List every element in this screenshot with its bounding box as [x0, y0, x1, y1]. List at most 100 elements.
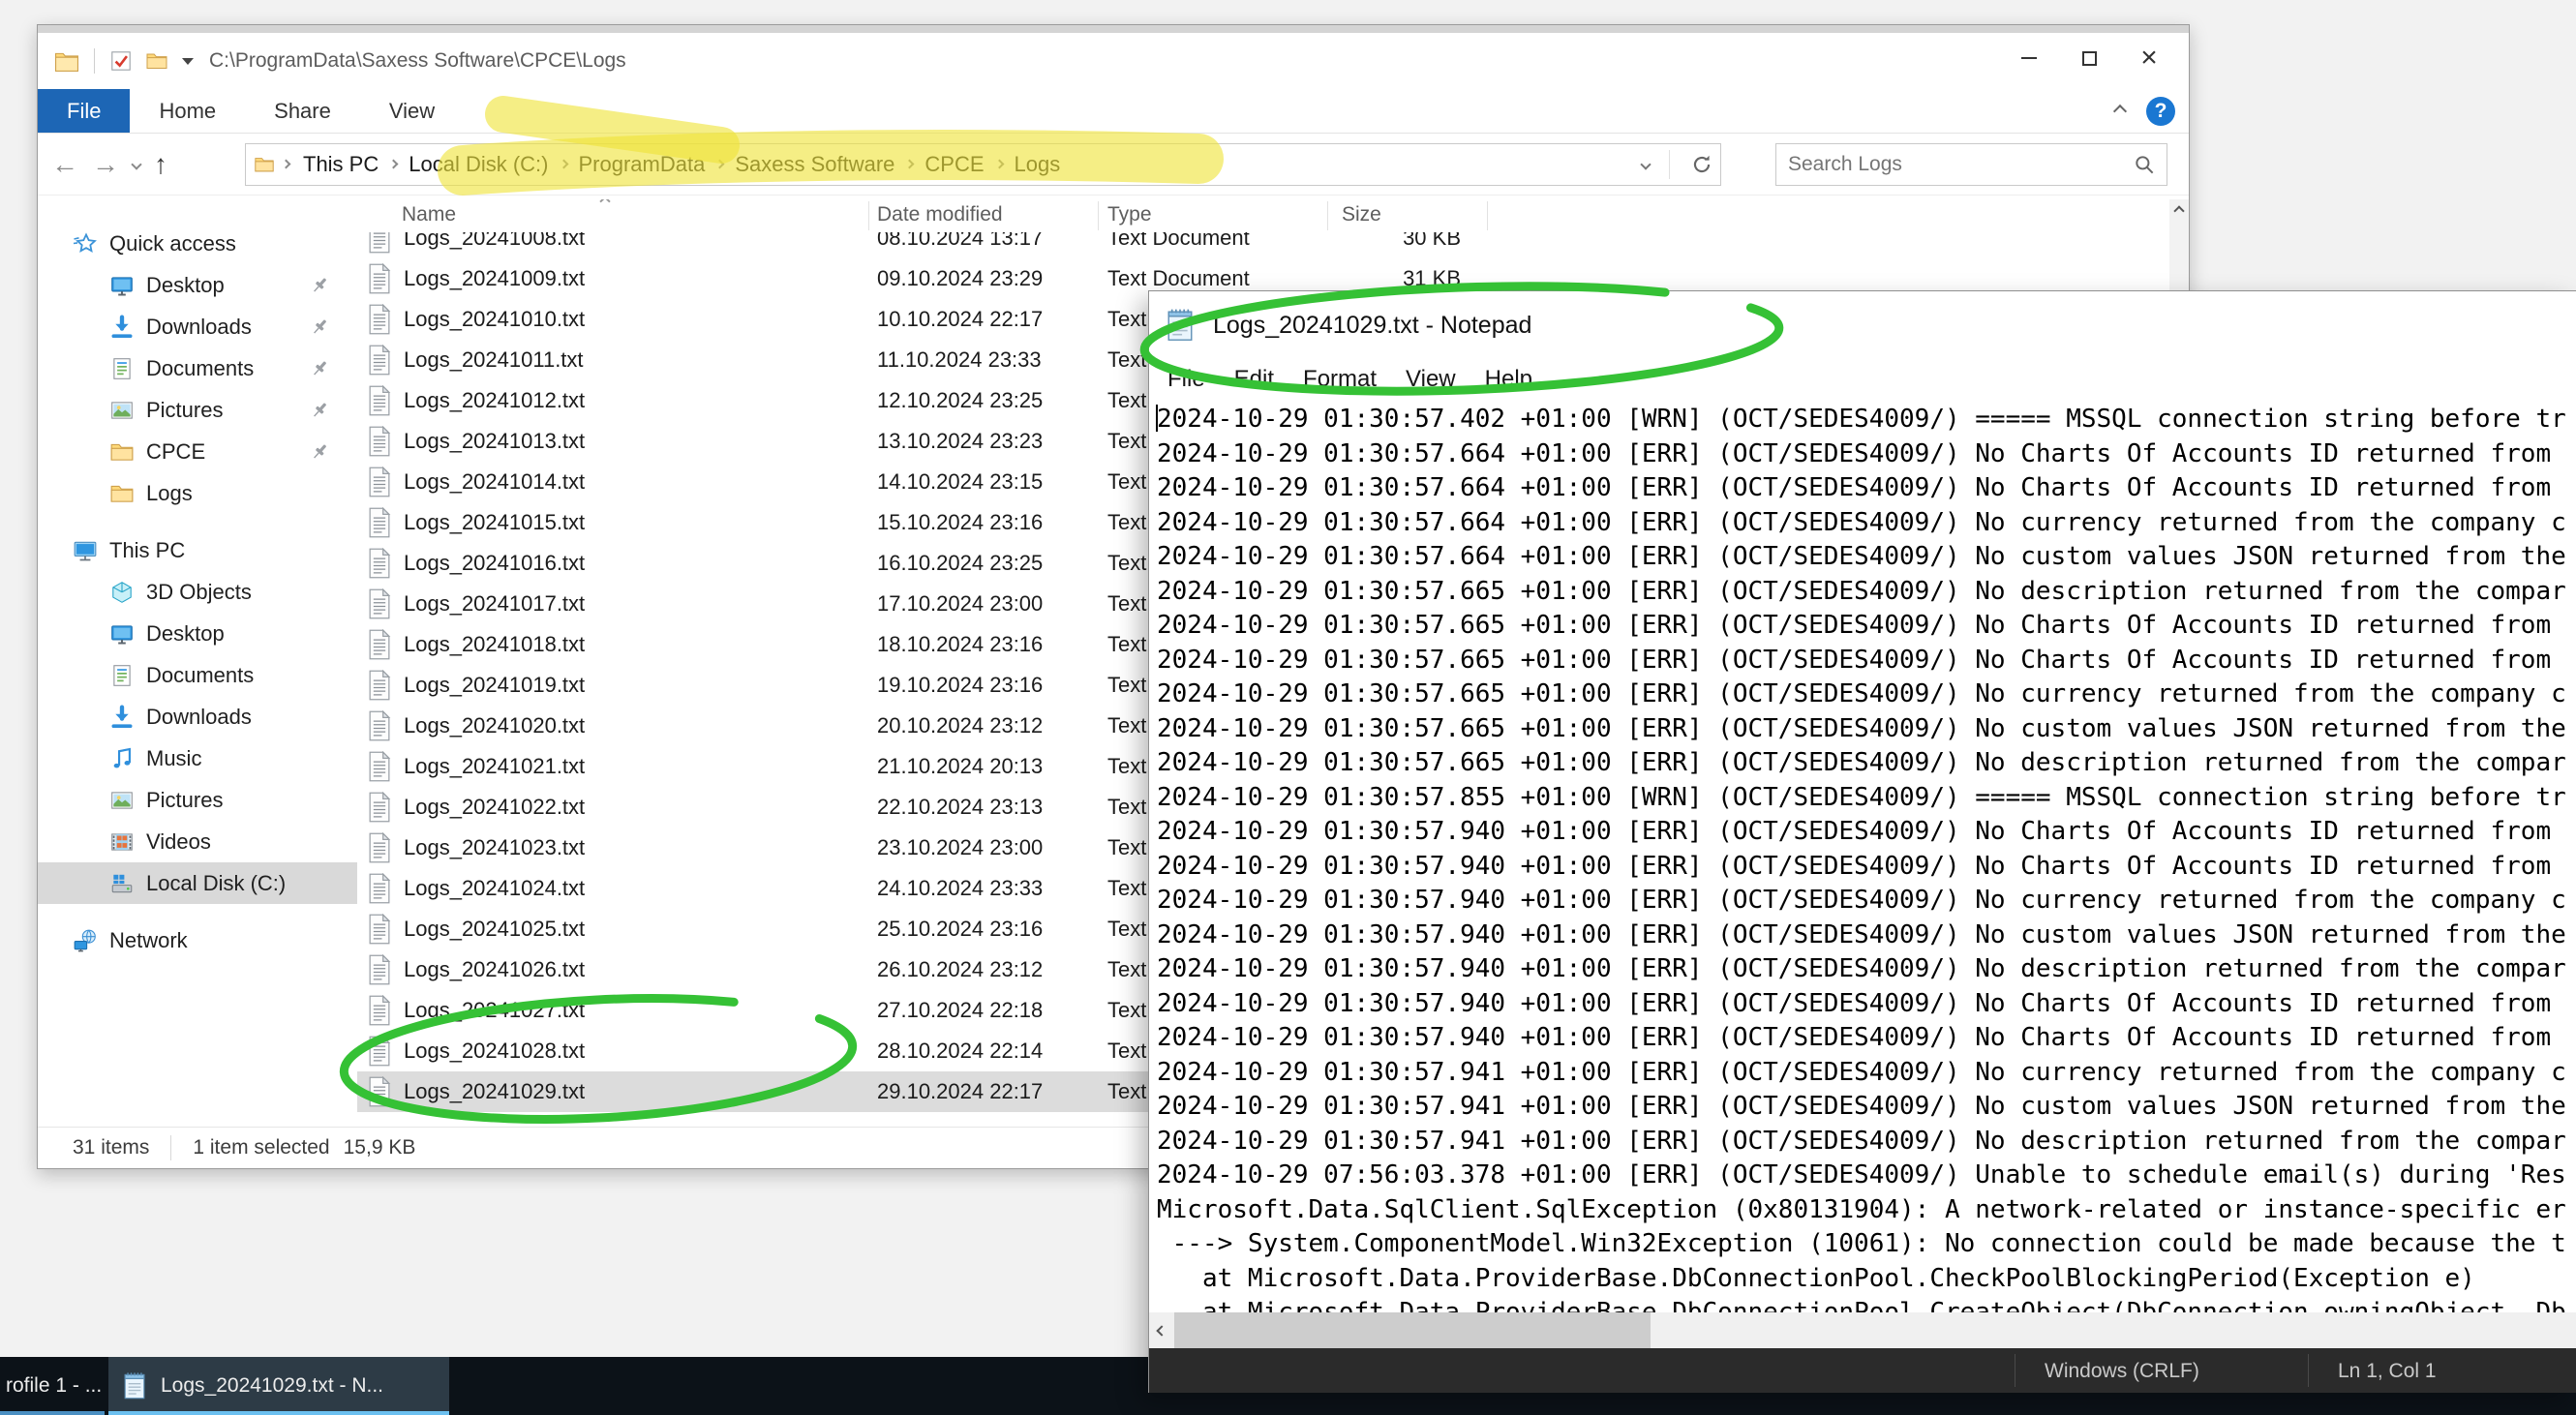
file-name: Logs_20241025.txt: [404, 917, 585, 942]
search-icon[interactable]: [2132, 152, 2157, 177]
notepad-text-area[interactable]: 2024-10-29 01:30:57.402 +01:00 [WRN] (OC…: [1149, 400, 2576, 1312]
minimize-button[interactable]: [1999, 33, 2059, 83]
column-header-date-modified[interactable]: Date modified: [877, 203, 1003, 226]
scroll-left-icon[interactable]: [1149, 1312, 1174, 1348]
refresh-icon[interactable]: [1689, 152, 1714, 177]
sidebar-item-music[interactable]: Music: [38, 738, 357, 779]
sidebar-item-documents[interactable]: Documents: [38, 654, 357, 696]
properties-checkbox-icon[interactable]: [108, 48, 134, 74]
file-name: Logs_20241019.txt: [404, 673, 585, 698]
notepad-menu-format[interactable]: Format: [1288, 366, 1391, 393]
desktop-icon: [109, 621, 135, 647]
file-date: 27.10.2024 22:18: [877, 998, 1043, 1023]
breadcrumb-chevron-icon[interactable]: [994, 160, 1004, 169]
txt-file-icon: [365, 832, 394, 863]
file-name: Logs_20241027.txt: [404, 998, 585, 1023]
notepad-menu-view[interactable]: View: [1391, 366, 1470, 393]
notepad-icon: [1163, 308, 1197, 343]
scroll-up-icon[interactable]: [2169, 199, 2189, 223]
ribbon-tab-home[interactable]: Home: [130, 89, 245, 133]
recent-locations-icon[interactable]: [131, 159, 141, 169]
breadcrumb-item-cpce[interactable]: CPCE: [917, 148, 991, 181]
breadcrumb-item-programdata[interactable]: ProgramData: [571, 148, 713, 181]
ribbon-collapse-icon[interactable]: [2113, 105, 2127, 118]
taskbar-active-indicator: [0, 1411, 105, 1415]
taskbar-button-notepad[interactable]: Logs_20241029.txt - N...: [108, 1357, 449, 1415]
qat-dropdown-icon[interactable]: [182, 58, 194, 65]
help-icon[interactable]: ?: [2146, 97, 2175, 126]
ribbon-tab-file[interactable]: File: [38, 89, 130, 133]
txt-file-icon: [365, 1076, 394, 1107]
breadcrumb-item-saxess-software[interactable]: Saxess Software: [727, 148, 902, 181]
sidebar-item-logs[interactable]: Logs: [38, 472, 357, 514]
breadcrumb-item-this-pc[interactable]: This PC: [295, 148, 386, 181]
file-name: Logs_20241015.txt: [404, 510, 585, 535]
maximize-button[interactable]: [2059, 33, 2119, 83]
column-header-type[interactable]: Type: [1107, 203, 1152, 226]
sidebar-item-desktop[interactable]: Desktop: [38, 613, 357, 654]
txt-file-icon: [365, 670, 394, 701]
sidebar-item-label: CPCE: [146, 439, 205, 465]
file-date: 26.10.2024 23:12: [877, 957, 1043, 982]
pin-icon: [307, 356, 332, 381]
notepad-horizontal-scrollbar[interactable]: [1149, 1312, 2576, 1348]
sidebar-item-downloads[interactable]: Downloads: [38, 696, 357, 738]
file-date: 12.10.2024 23:25: [877, 388, 1043, 413]
file-date: 11.10.2024 23:33: [877, 347, 1042, 373]
pin-icon: [307, 398, 332, 423]
address-bar[interactable]: This PC Local Disk (C:) ProgramData Saxess …: [245, 143, 1721, 186]
ribbon-tab-share[interactable]: Share: [245, 89, 360, 133]
sidebar-item-desktop[interactable]: Desktop: [38, 264, 357, 306]
file-date: 21.10.2024 20:13: [877, 754, 1043, 779]
notepad-menu-edit[interactable]: Edit: [1220, 366, 1288, 393]
file-row-logs-20241008-txt[interactable]: Logs_20241008.txt08.10.2024 13:17Text Do…: [357, 232, 2169, 258]
breadcrumb-item-local-disk-c-[interactable]: Local Disk (C:): [401, 148, 556, 181]
taskbar-button-window-0[interactable]: rofile 1 - ...: [0, 1357, 105, 1415]
column-header-name[interactable]: Name: [402, 203, 456, 226]
breadcrumb-chevron-icon[interactable]: [905, 160, 915, 169]
txt-file-icon: [365, 629, 394, 660]
forward-button[interactable]: →: [92, 149, 119, 180]
sidebar-item-local-disk-c-[interactable]: Local Disk (C:): [38, 862, 357, 904]
notepad-menu-help[interactable]: Help: [1470, 366, 1547, 393]
sidebar-item-label: Downloads: [146, 315, 252, 340]
address-dropdown-icon[interactable]: [1640, 159, 1651, 169]
breadcrumb-chevron-icon[interactable]: [389, 160, 399, 169]
up-button[interactable]: ↑: [154, 149, 167, 180]
breadcrumb-chevron-icon[interactable]: [715, 160, 725, 169]
new-folder-icon[interactable]: [143, 49, 170, 73]
sidebar-item-videos[interactable]: Videos: [38, 821, 357, 862]
sidebar-item-cpce[interactable]: CPCE: [38, 431, 357, 472]
close-button[interactable]: ×: [2119, 33, 2179, 83]
breadcrumb-chevron-icon[interactable]: [282, 160, 291, 169]
file-date: 15.10.2024 23:16: [877, 510, 1043, 535]
sidebar-item-documents[interactable]: Documents: [38, 347, 357, 389]
sidebar-item-pictures[interactable]: Pictures: [38, 779, 357, 821]
file-name: Logs_20241010.txt: [404, 307, 585, 332]
network-icon: [73, 928, 98, 953]
sidebar-item-pictures[interactable]: Pictures: [38, 389, 357, 431]
sidebar-item-downloads[interactable]: Downloads: [38, 306, 357, 347]
scrollbar-thumb[interactable]: [1174, 1312, 1651, 1348]
txt-file-icon: [365, 507, 394, 538]
explorer-titlebar[interactable]: C:\ProgramData\Saxess Software\CPCE\Logs…: [38, 33, 2189, 89]
search-input[interactable]: Search Logs: [1775, 143, 2167, 186]
quick-access-star-icon: [73, 231, 98, 256]
notepad-titlebar[interactable]: Logs_20241029.txt - Notepad: [1149, 291, 2576, 359]
ribbon-tab-view[interactable]: View: [360, 89, 464, 133]
breadcrumb-chevron-icon[interactable]: [559, 160, 568, 169]
notepad-menu-file[interactable]: File: [1153, 366, 1220, 393]
sidebar-item-label: Local Disk (C:): [146, 871, 286, 896]
sidebar-item-quick-access[interactable]: Quick access: [38, 223, 357, 264]
sidebar-item-3d-objects[interactable]: 3D Objects: [38, 571, 357, 613]
sidebar-item-network[interactable]: Network: [38, 919, 357, 961]
breadcrumb-item-logs[interactable]: Logs: [1007, 148, 1069, 181]
column-header-size[interactable]: Size: [1342, 203, 1381, 226]
divider: [94, 48, 95, 74]
file-name: Logs_20241013.txt: [404, 429, 585, 454]
sidebar-item-label: Pictures: [146, 398, 223, 423]
sidebar-item-this-pc[interactable]: This PC: [38, 529, 357, 571]
file-date: 22.10.2024 23:13: [877, 795, 1043, 820]
back-button[interactable]: ←: [51, 149, 78, 180]
txt-file-icon: [365, 710, 394, 741]
